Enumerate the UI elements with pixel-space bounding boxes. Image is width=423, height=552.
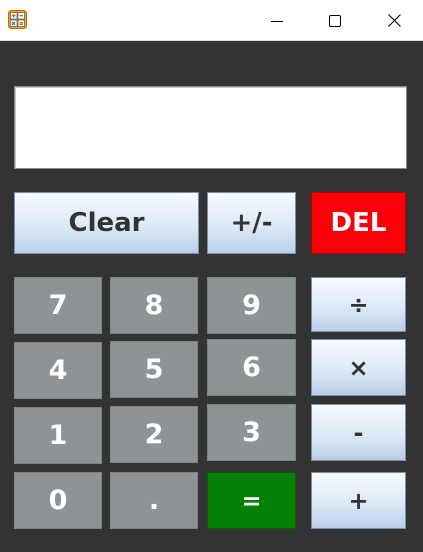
close-button[interactable]: [365, 0, 423, 41]
digit-5-button[interactable]: 5: [110, 341, 198, 398]
minimize-icon: [271, 20, 283, 22]
maximize-button[interactable]: [306, 0, 364, 41]
display-field[interactable]: [14, 86, 407, 169]
decimal-point-button[interactable]: .: [110, 472, 198, 529]
equals-button[interactable]: =: [207, 472, 296, 529]
digit-4-button[interactable]: 4: [14, 342, 102, 399]
digit-8-button[interactable]: 8: [110, 277, 198, 334]
clear-button[interactable]: Clear: [14, 192, 199, 254]
divide-button[interactable]: ÷: [311, 277, 406, 332]
add-button[interactable]: +: [311, 472, 406, 529]
digit-2-button[interactable]: 2: [110, 406, 198, 463]
digit-0-button[interactable]: 0: [14, 472, 102, 529]
calculator-app-icon[interactable]: [8, 10, 27, 29]
minimize-button[interactable]: [248, 0, 306, 41]
delete-button[interactable]: DEL: [311, 192, 406, 254]
sign-toggle-button[interactable]: +/-: [207, 192, 296, 254]
digit-3-button[interactable]: 3: [207, 404, 296, 461]
digit-1-button[interactable]: 1: [14, 407, 102, 464]
title-bar: [0, 0, 423, 41]
digit-9-button[interactable]: 9: [207, 277, 296, 334]
maximize-icon: [329, 14, 341, 27]
multiply-button[interactable]: ×: [311, 339, 406, 396]
subtract-button[interactable]: -: [311, 404, 406, 461]
digit-6-button[interactable]: 6: [207, 339, 296, 396]
calculator-body: Clear +/- DEL 7 8 9 4 5 6 1 2 3 0 . = ÷ …: [0, 41, 423, 552]
close-icon: [387, 14, 401, 27]
digit-7-button[interactable]: 7: [14, 277, 102, 334]
